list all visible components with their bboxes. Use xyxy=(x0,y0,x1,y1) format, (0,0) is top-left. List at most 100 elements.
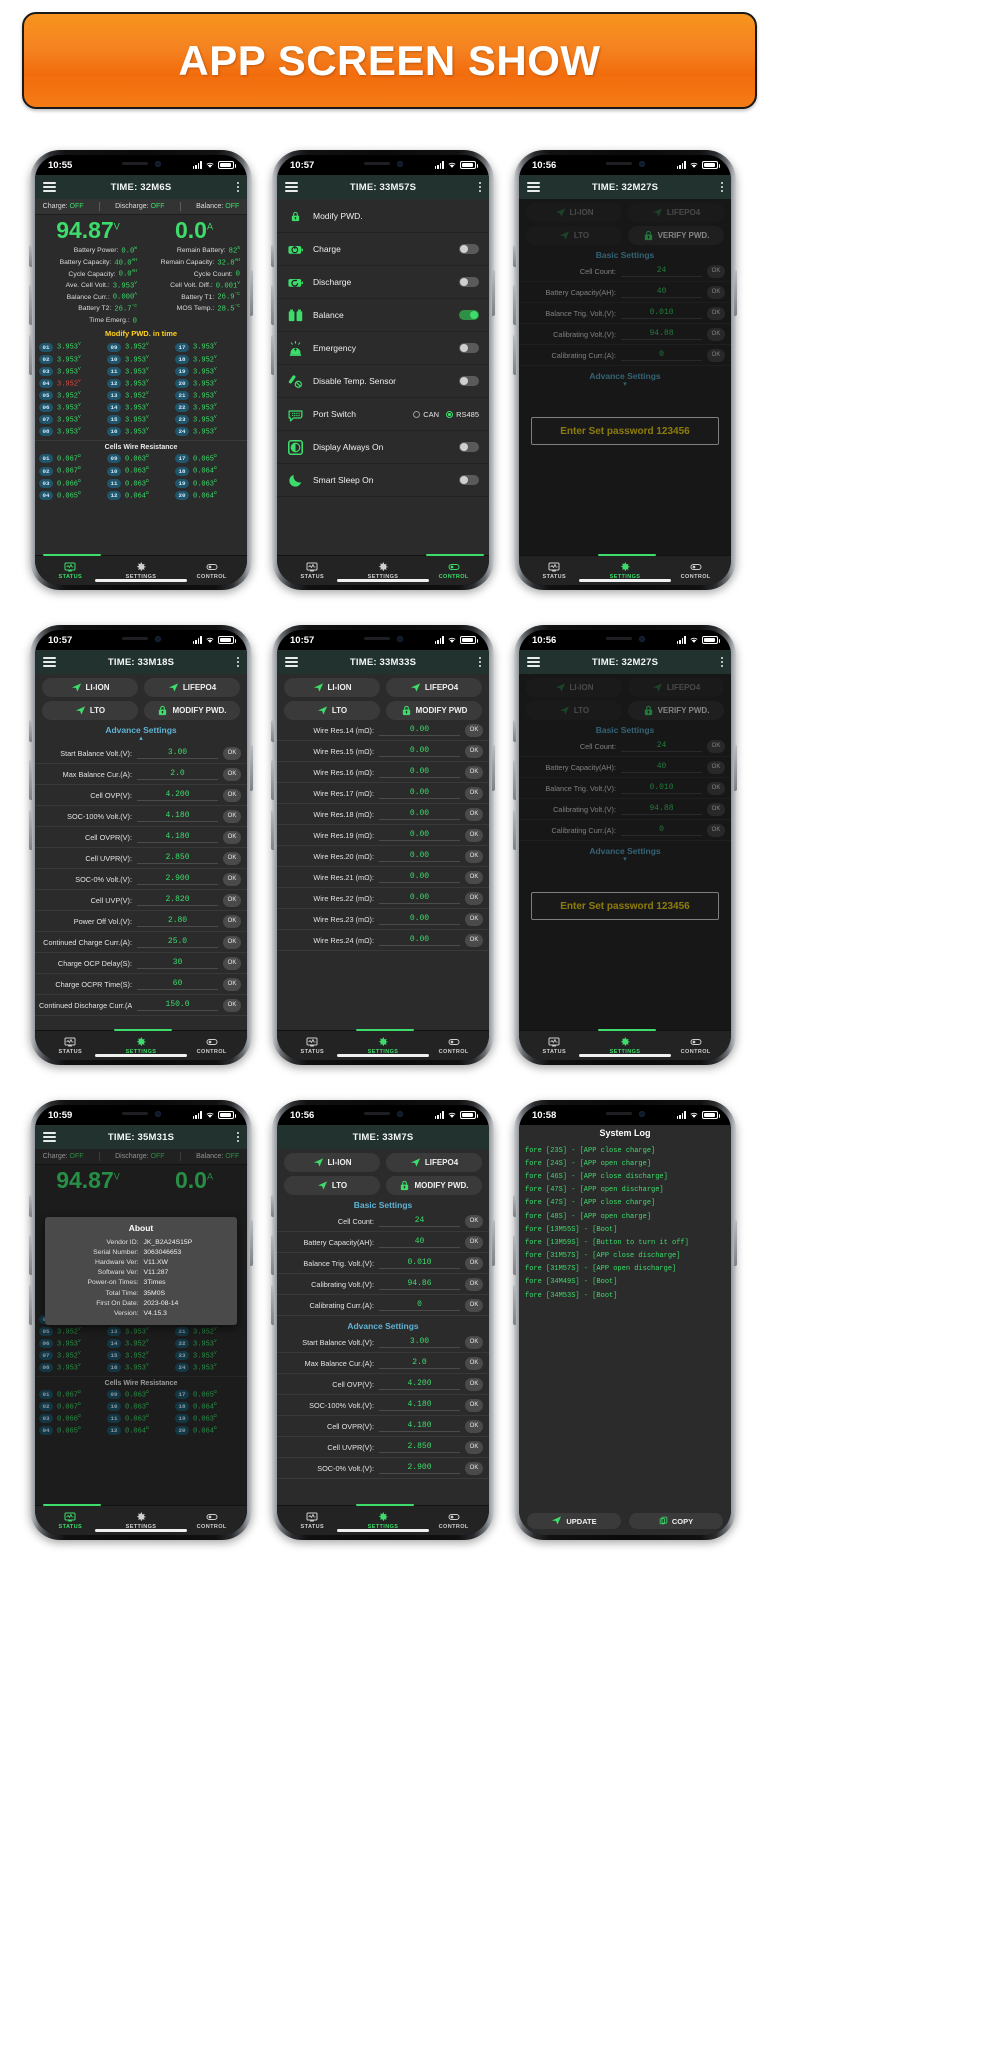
setting-value[interactable]: 24 xyxy=(621,266,702,277)
setting-ok-button[interactable]: OK xyxy=(465,1214,483,1228)
setting-value[interactable]: 0.00 xyxy=(379,851,460,862)
settings-row[interactable]: Modify PWD. xyxy=(277,200,489,233)
type-button[interactable]: LIFEPO4 xyxy=(386,1153,482,1172)
setting-ok-button[interactable]: OK xyxy=(707,739,725,753)
type-button[interactable]: VERIFY PWD. xyxy=(628,701,724,720)
advance-settings-title[interactable]: Advance Settings xyxy=(519,841,731,857)
setting-value[interactable]: 2.0 xyxy=(379,1358,460,1369)
menu-icon[interactable] xyxy=(285,656,298,668)
nav-item-control[interactable]: CONTROL xyxy=(418,1511,489,1530)
toggle-switch[interactable] xyxy=(459,310,479,320)
menu-icon[interactable] xyxy=(43,181,56,193)
home-indicator[interactable] xyxy=(579,1054,671,1057)
volume-down-button[interactable] xyxy=(271,1285,274,1325)
setting-value[interactable]: 4.180 xyxy=(379,1400,460,1411)
setting-ok-button[interactable]: OK xyxy=(223,767,241,781)
setting-ok-button[interactable]: OK xyxy=(465,1277,483,1291)
setting-value[interactable]: 0 xyxy=(379,1300,460,1311)
power-button[interactable] xyxy=(492,1220,495,1266)
menu-icon[interactable] xyxy=(527,656,540,668)
type-button[interactable]: VERIFY PWD. xyxy=(628,226,724,245)
home-indicator[interactable] xyxy=(579,579,671,582)
setting-value[interactable]: 0 xyxy=(621,825,702,836)
advance-settings-title[interactable]: Advance Settings xyxy=(277,1316,489,1332)
volume-down-button[interactable] xyxy=(29,335,32,375)
setting-value[interactable]: 94.86 xyxy=(379,1279,460,1290)
setting-value[interactable]: 40 xyxy=(621,762,702,773)
toggle-switch[interactable] xyxy=(459,475,479,485)
setting-value[interactable]: 94.88 xyxy=(621,804,702,815)
nav-item-status[interactable]: STATUS xyxy=(277,1511,348,1530)
power-button[interactable] xyxy=(250,270,253,316)
power-button[interactable] xyxy=(492,270,495,316)
nav-item-control[interactable]: CONTROL xyxy=(418,561,489,580)
nav-item-settings[interactable]: SETTINGS xyxy=(106,1511,177,1530)
setting-ok-button[interactable]: OK xyxy=(223,977,241,991)
type-button[interactable]: LTO xyxy=(284,701,380,720)
setting-ok-button[interactable]: OK xyxy=(223,872,241,886)
setting-value[interactable]: 0.010 xyxy=(621,308,702,319)
nav-item-control[interactable]: CONTROL xyxy=(418,1036,489,1055)
setting-value[interactable]: 2.820 xyxy=(137,895,218,906)
setting-value[interactable]: 0.010 xyxy=(379,1258,460,1269)
home-indicator[interactable] xyxy=(337,579,429,582)
setting-ok-button[interactable]: OK xyxy=(707,327,725,341)
menu-icon[interactable] xyxy=(43,1131,56,1143)
setting-value[interactable]: 0.00 xyxy=(379,830,460,841)
setting-ok-button[interactable]: OK xyxy=(465,1440,483,1454)
setting-value[interactable]: 0.00 xyxy=(379,935,460,946)
setting-ok-button[interactable]: OK xyxy=(465,1335,483,1349)
setting-value[interactable]: 30 xyxy=(137,958,218,969)
type-button[interactable]: LI-ION xyxy=(42,678,138,697)
type-button[interactable]: MODIFY PWD xyxy=(386,701,482,720)
setting-value[interactable]: 2.850 xyxy=(379,1442,460,1453)
setting-ok-button[interactable]: OK xyxy=(223,788,241,802)
setting-value[interactable]: 4.180 xyxy=(137,811,218,822)
setting-ok-button[interactable]: OK xyxy=(465,1398,483,1412)
setting-ok-button[interactable]: OK xyxy=(707,264,725,278)
more-options-icon[interactable] xyxy=(236,656,239,668)
setting-ok-button[interactable]: OK xyxy=(465,807,483,821)
volume-down-button[interactable] xyxy=(513,1285,516,1325)
more-options-icon[interactable] xyxy=(720,656,723,668)
nav-item-status[interactable]: STATUS xyxy=(277,1036,348,1055)
setting-ok-button[interactable]: OK xyxy=(465,1298,483,1312)
power-button[interactable] xyxy=(250,745,253,791)
password-prompt[interactable]: Enter Set password 123456 xyxy=(531,892,719,920)
chevron-down-icon[interactable]: ▾ xyxy=(519,856,731,864)
nav-item-control[interactable]: CONTROL xyxy=(660,561,731,580)
type-button[interactable]: LTO xyxy=(526,226,622,245)
volume-down-button[interactable] xyxy=(513,810,516,850)
chevron-down-icon[interactable]: ▾ xyxy=(519,381,731,389)
type-button[interactable]: LI-ION xyxy=(526,203,622,222)
home-indicator[interactable] xyxy=(337,1529,429,1532)
log-update-button[interactable]: UPDATE xyxy=(527,1513,621,1529)
setting-ok-button[interactable]: OK xyxy=(465,786,483,800)
setting-ok-button[interactable]: OK xyxy=(465,1461,483,1475)
settings-row[interactable]: Discharge xyxy=(277,266,489,299)
volume-down-button[interactable] xyxy=(513,335,516,375)
toggle-switch[interactable] xyxy=(459,376,479,386)
setting-ok-button[interactable]: OK xyxy=(223,809,241,823)
type-button[interactable]: LIFEPO4 xyxy=(386,678,482,697)
volume-down-button[interactable] xyxy=(29,1285,32,1325)
setting-ok-button[interactable]: OK xyxy=(707,306,725,320)
setting-value[interactable]: 150.0 xyxy=(137,1000,218,1011)
volume-down-button[interactable] xyxy=(29,810,32,850)
home-indicator[interactable] xyxy=(337,1054,429,1057)
nav-item-settings[interactable]: SETTINGS xyxy=(348,561,419,580)
setting-ok-button[interactable]: OK xyxy=(465,912,483,926)
setting-value[interactable]: 60 xyxy=(137,979,218,990)
nav-item-settings[interactable]: SETTINGS xyxy=(106,561,177,580)
password-prompt[interactable]: Enter Set password 123456 xyxy=(531,417,719,445)
setting-value[interactable]: 2.900 xyxy=(137,874,218,885)
setting-ok-button[interactable]: OK xyxy=(465,1235,483,1249)
more-options-icon[interactable] xyxy=(236,181,239,193)
setting-ok-button[interactable]: OK xyxy=(223,935,241,949)
home-indicator[interactable] xyxy=(95,579,187,582)
setting-ok-button[interactable]: OK xyxy=(465,933,483,947)
setting-ok-button[interactable]: OK xyxy=(465,744,483,758)
setting-value[interactable]: 0.00 xyxy=(379,746,460,757)
type-button[interactable]: LIFEPO4 xyxy=(628,203,724,222)
setting-ok-button[interactable]: OK xyxy=(465,828,483,842)
